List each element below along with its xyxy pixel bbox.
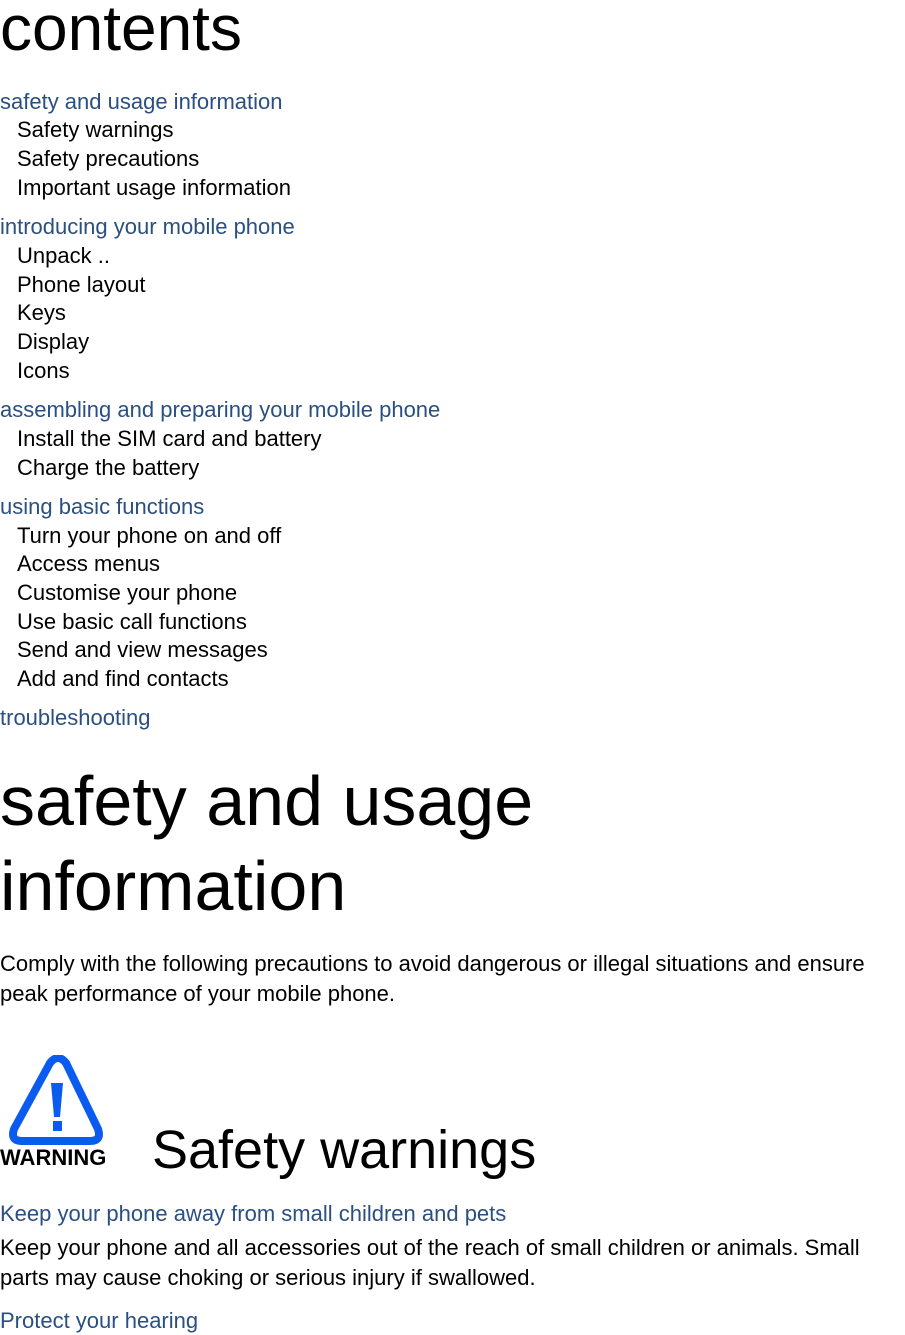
subsection-heading: Protect your hearing	[0, 1308, 199, 1333]
toc-item[interactable]: Customise your phone	[17, 579, 237, 607]
toc-item[interactable]: Install the SIM card and battery	[17, 425, 322, 453]
toc-item[interactable]: Add and find contacts	[17, 665, 229, 693]
toc-item[interactable]: Display	[17, 328, 89, 356]
toc-item[interactable]: Send and view messages	[17, 636, 268, 664]
toc-item[interactable]: Safety precautions	[17, 145, 199, 173]
subsection-body: Keep your phone and all accessories out …	[0, 1235, 860, 1290]
subsection-heading: Keep your phone away from small children…	[0, 1201, 507, 1226]
toc-item[interactable]: Unpack ..	[17, 242, 110, 270]
toc-section-assembling[interactable]: assembling and preparing your mobile pho…	[0, 396, 440, 424]
toc-item[interactable]: Keys	[17, 299, 66, 327]
chapter-title-line1: safety and usage	[0, 762, 534, 840]
toc-section-introducing[interactable]: introducing your mobile phone	[0, 213, 295, 241]
toc-item[interactable]: Important usage information	[17, 174, 291, 202]
toc-section-safety[interactable]: safety and usage information	[0, 88, 283, 116]
toc-item[interactable]: Safety warnings	[17, 116, 174, 144]
contents-title: contents	[0, 0, 242, 64]
toc-item[interactable]: Icons	[17, 357, 70, 385]
toc-section-basic-functions[interactable]: using basic functions	[0, 493, 204, 521]
chapter-intro: Comply with the following precautions to…	[0, 951, 865, 1006]
toc-item[interactable]: Access menus	[17, 550, 160, 578]
toc-item[interactable]: Use basic call functions	[17, 608, 247, 636]
toc-item[interactable]: Phone layout	[17, 271, 145, 299]
warning-icon: WARNING	[0, 1054, 122, 1170]
toc-section-troubleshooting[interactable]: troubleshooting	[0, 704, 150, 732]
chapter-title-line2: information	[0, 847, 347, 925]
section-title-safety-warnings: Safety warnings	[152, 1120, 537, 1180]
warning-icon-label: WARNING	[0, 1145, 106, 1170]
toc-item[interactable]: Turn your phone on and off	[17, 522, 281, 550]
toc-item[interactable]: Charge the battery	[17, 454, 199, 482]
